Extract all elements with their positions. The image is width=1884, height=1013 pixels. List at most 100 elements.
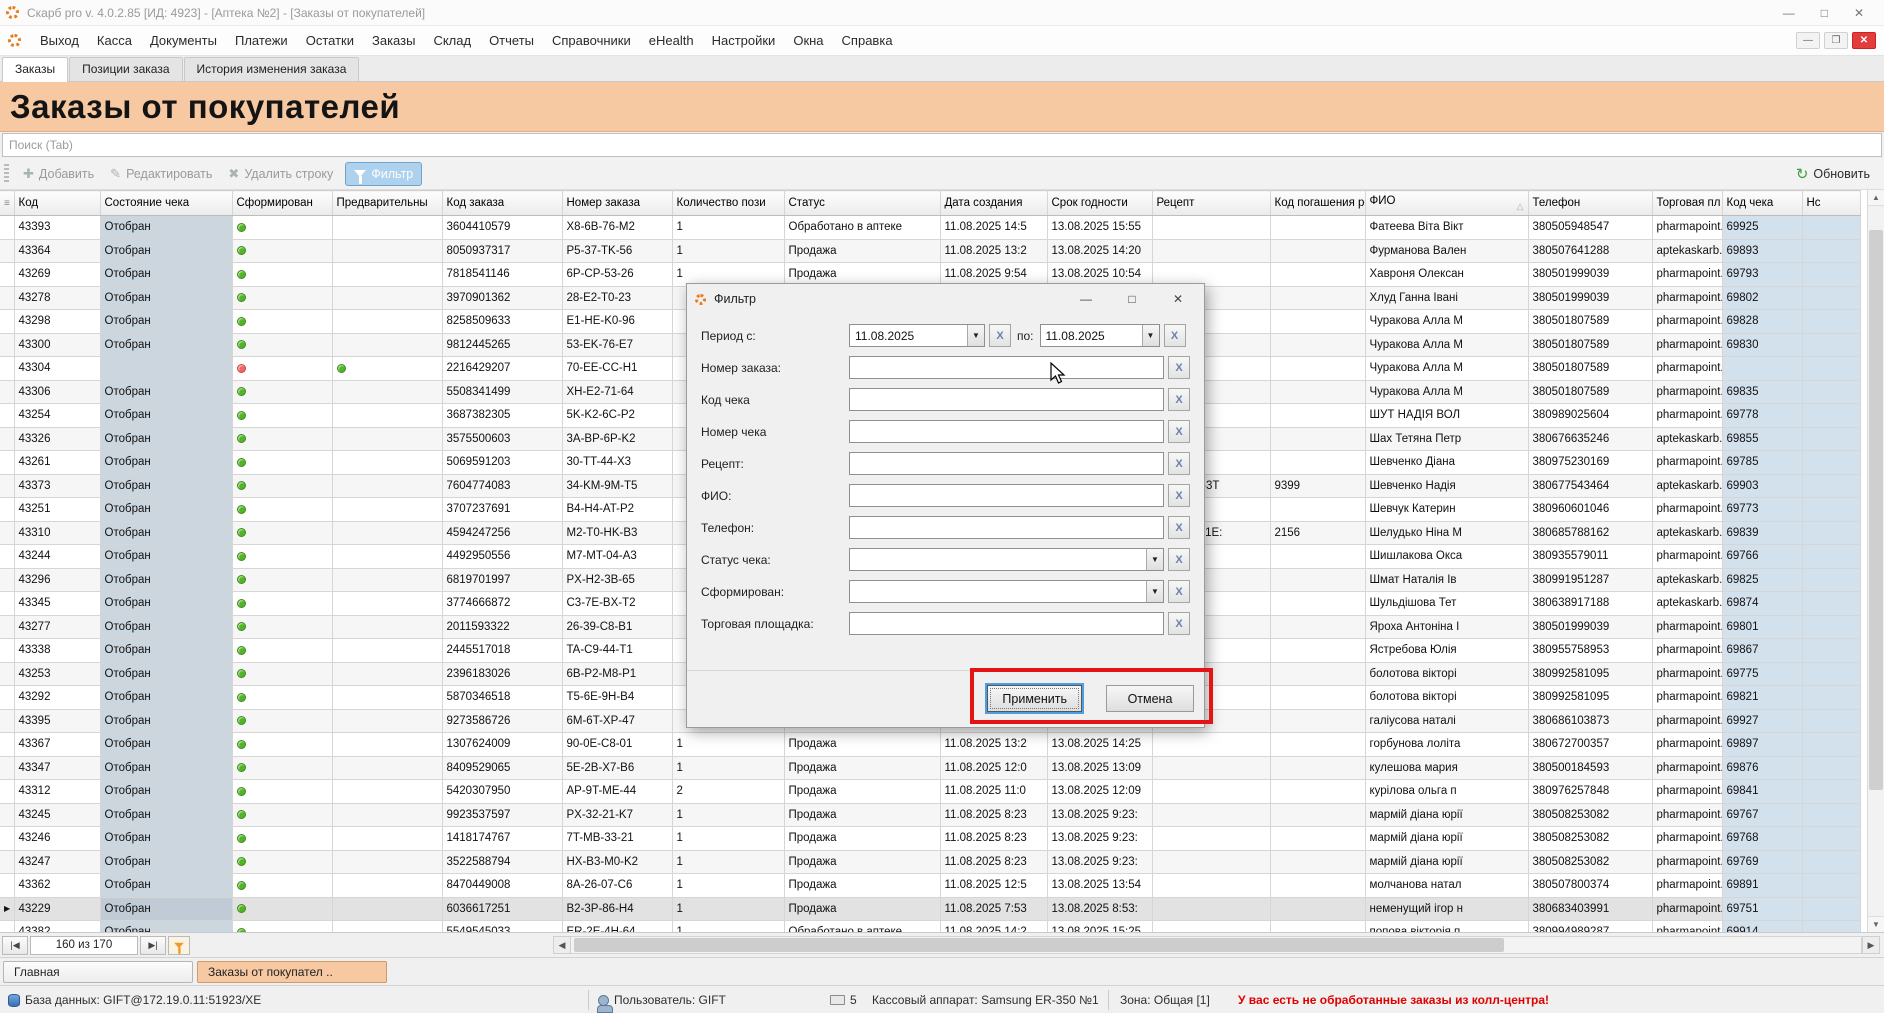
cell-Телефон[interactable]: 380505948547 xyxy=(1528,216,1652,240)
scroll-right-icon[interactable]: ▶ xyxy=(1862,936,1880,954)
table-row[interactable]: 43312Отобран5420307950AP-9T-ME-442Продаж… xyxy=(0,780,1860,804)
column-header-Нс[interactable]: Нс xyxy=(1802,191,1860,216)
cell-Код чека[interactable]: 69925 xyxy=(1722,216,1802,240)
cell-Код[interactable]: 43347 xyxy=(14,756,100,780)
menu-item-Документы[interactable]: Документы xyxy=(141,29,226,52)
cell-Торговая пл[interactable]: pharmapoint. xyxy=(1652,639,1722,663)
column-header-Код чека[interactable]: Код чека xyxy=(1722,191,1802,216)
chevron-down-icon[interactable]: ▼ xyxy=(967,325,984,346)
cell-ФИО[interactable]: Хавроня Олексан xyxy=(1365,263,1528,287)
filter-dialog-titlebar[interactable]: Фильтр — □ ✕ xyxy=(687,284,1204,314)
cell-Торговая пл[interactable]: pharmapoint. xyxy=(1652,827,1722,851)
cell-Телефон[interactable]: 380676635246 xyxy=(1528,427,1652,451)
cell-Предварительны[interactable] xyxy=(332,451,442,475)
cell-Срок годности[interactable]: 13.08.2025 8:53: xyxy=(1047,897,1152,921)
cell-Предварительны[interactable] xyxy=(332,380,442,404)
cell-Предварительны[interactable] xyxy=(332,850,442,874)
cell-Состояние чека[interactable]: Отобран xyxy=(100,733,232,757)
cell-Телефон[interactable]: 380992581095 xyxy=(1528,662,1652,686)
cell-Количество пози[interactable]: 2 xyxy=(672,780,784,804)
cell-Телефон[interactable]: 380501807589 xyxy=(1528,357,1652,381)
cell-Предварительны[interactable] xyxy=(332,216,442,240)
cell-Телефон[interactable]: 380685788162 xyxy=(1528,521,1652,545)
cell-Код погашения ре[interactable] xyxy=(1270,897,1365,921)
cell-Код чека[interactable]: 69876 xyxy=(1722,756,1802,780)
menu-item-Справка[interactable]: Справка xyxy=(833,29,902,52)
cell-Состояние чека[interactable]: Отобран xyxy=(100,592,232,616)
cell-Телефон[interactable]: 380992581095 xyxy=(1528,686,1652,710)
cell-Телефон[interactable]: 380508253082 xyxy=(1528,850,1652,874)
cell-Состояние чека[interactable]: Отобран xyxy=(100,263,232,287)
filter-input-Телефон:[interactable] xyxy=(849,516,1164,539)
chevron-down-icon[interactable]: ▼ xyxy=(1146,581,1163,602)
cell-Количество пози[interactable]: 1 xyxy=(672,827,784,851)
cell-Сформирован[interactable] xyxy=(232,404,332,428)
cell-Номер заказа[interactable]: PX-H2-3B-65 xyxy=(562,568,672,592)
cell-ФИО[interactable]: Шишлакова Окса xyxy=(1365,545,1528,569)
cell-Код чека[interactable]: 69785 xyxy=(1722,451,1802,475)
cell-Телефон[interactable]: 380991951287 xyxy=(1528,568,1652,592)
cell-Код заказа[interactable]: 8409529065 xyxy=(442,756,562,780)
column-header-Состояние чека[interactable]: Состояние чека xyxy=(100,191,232,216)
cell-Дата создания[interactable]: 11.08.2025 14:2 xyxy=(940,921,1047,933)
cell-Код чека[interactable]: 69801 xyxy=(1722,615,1802,639)
cell-Номер заказа[interactable]: B4-H4-AT-P2 xyxy=(562,498,672,522)
cell-Торговая пл[interactable]: pharmapoint. xyxy=(1652,874,1722,898)
cell-Торговая пл[interactable]: aptekaskarb. xyxy=(1652,239,1722,263)
first-page-button[interactable]: |◀ xyxy=(2,936,28,955)
tab-Заказы[interactable]: Заказы xyxy=(2,57,68,82)
cell-Код заказа[interactable]: 5549545033 xyxy=(442,921,562,933)
scroll-up-icon[interactable]: ▲ xyxy=(1868,190,1884,206)
cell-ФИО[interactable]: Шах Тетяна Петр xyxy=(1365,427,1528,451)
cell-Торговая пл[interactable]: pharmapoint. xyxy=(1652,380,1722,404)
cell-Торговая пл[interactable]: pharmapoint. xyxy=(1652,451,1722,475)
cell-ФИО[interactable]: горбунова лоліта xyxy=(1365,733,1528,757)
menu-item-Выход[interactable]: Выход xyxy=(31,29,88,52)
cell-Торговая пл[interactable]: pharmapoint. xyxy=(1652,615,1722,639)
cell-Состояние чека[interactable]: Отобран xyxy=(100,568,232,592)
cell-Нс[interactable] xyxy=(1802,733,1860,757)
cell-Предварительны[interactable] xyxy=(332,921,442,933)
menu-item-Справочники[interactable]: Справочники xyxy=(543,29,640,52)
cell-Код[interactable]: 43345 xyxy=(14,592,100,616)
cell-Код погашения ре[interactable] xyxy=(1270,709,1365,733)
cell-Нс[interactable] xyxy=(1802,451,1860,475)
cell-Срок годности[interactable]: 13.08.2025 9:23: xyxy=(1047,850,1152,874)
cell-Предварительны[interactable] xyxy=(332,521,442,545)
cell-Количество пози[interactable]: 1 xyxy=(672,850,784,874)
cell-Статус[interactable]: Обработано в аптеке xyxy=(784,921,940,933)
cell-Предварительны[interactable] xyxy=(332,874,442,898)
cell-Код погашения ре[interactable] xyxy=(1270,803,1365,827)
clear-field-button[interactable]: X xyxy=(1164,324,1186,347)
cell-Код[interactable]: 43304 xyxy=(14,357,100,381)
bottom-tab-Заказы от покупател ..[interactable]: Заказы от покупател .. xyxy=(197,961,387,983)
cell-Нс[interactable] xyxy=(1802,216,1860,240)
cell-Количество пози[interactable]: 1 xyxy=(672,897,784,921)
cell-Сформирован[interactable] xyxy=(232,310,332,334)
cell-Код заказа[interactable]: 3604410579 xyxy=(442,216,562,240)
menu-item-Окна[interactable]: Окна xyxy=(784,29,832,52)
cell-Код заказа[interactable]: 5420307950 xyxy=(442,780,562,804)
filter-input-Рецепт:[interactable] xyxy=(849,452,1164,475)
delete-row-button[interactable]: ✖ Удалить строку xyxy=(220,162,341,186)
cell-Телефон[interactable]: 380989025604 xyxy=(1528,404,1652,428)
cell-Код погашения ре[interactable]: 9399 xyxy=(1270,474,1365,498)
cell-Код погашения ре[interactable] xyxy=(1270,662,1365,686)
cell-Предварительны[interactable] xyxy=(332,615,442,639)
cell-Предварительны[interactable] xyxy=(332,592,442,616)
cell-Сформирован[interactable] xyxy=(232,427,332,451)
cell-Количество пози[interactable]: 1 xyxy=(672,921,784,933)
tab-Позиции заказа[interactable]: Позиции заказа xyxy=(69,57,182,81)
cell-Торговая пл[interactable]: pharmapoint. xyxy=(1652,897,1722,921)
cell-Код[interactable]: 43278 xyxy=(14,286,100,310)
cell-Состояние чека[interactable]: Отобран xyxy=(100,216,232,240)
scroll-left-icon[interactable]: ◀ xyxy=(553,936,571,954)
cell-Предварительны[interactable] xyxy=(332,568,442,592)
cell-Состояние чека[interactable]: Отобран xyxy=(100,474,232,498)
cell-Нс[interactable] xyxy=(1802,310,1860,334)
cell-Код заказа[interactable]: 8470449008 xyxy=(442,874,562,898)
cell-Нс[interactable] xyxy=(1802,263,1860,287)
menu-item-Настройки[interactable]: Настройки xyxy=(703,29,785,52)
table-row[interactable]: 43246Отобран14181747677T-MB-33-211Продаж… xyxy=(0,827,1860,851)
cell-Сформирован[interactable] xyxy=(232,545,332,569)
